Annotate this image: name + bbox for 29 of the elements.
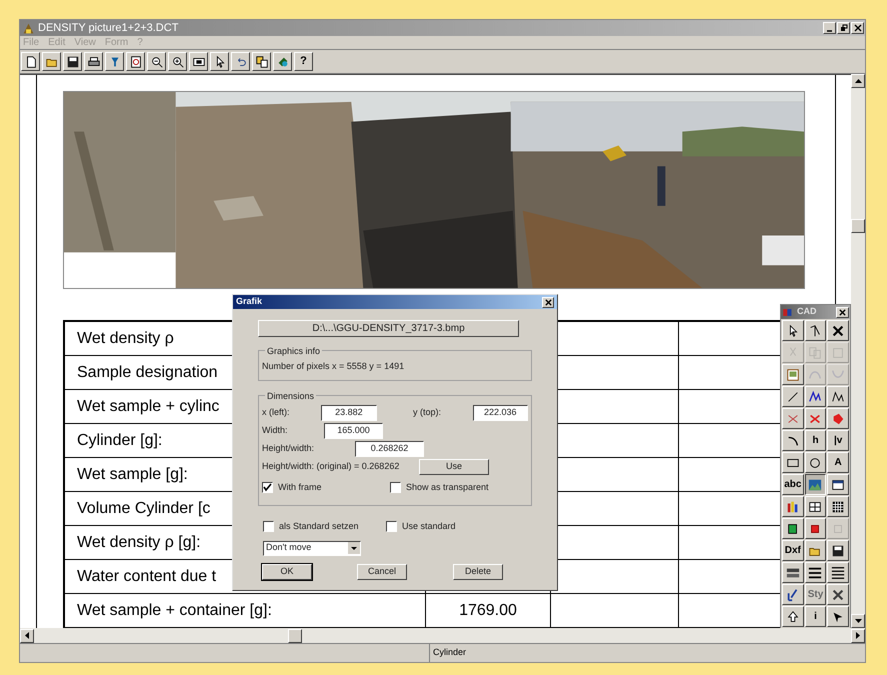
palette-button[interactable]: h [804, 430, 826, 451]
group-title: Graphics info [265, 345, 322, 358]
field-label: Width: [262, 424, 289, 438]
help-button[interactable]: ? [294, 52, 313, 71]
original-ratio: Height/width: (original) = 0.268262 [262, 460, 400, 474]
palette-button[interactable]: i [804, 606, 826, 627]
dialog-button[interactable]: Cancel [357, 564, 407, 580]
palette-button[interactable]: A [827, 452, 849, 473]
file-button[interactable]: D:\...\GGU-DENSITY_3717-3.bmp [258, 320, 519, 337]
input-field[interactable]: 165.000 [324, 423, 383, 439]
palette-button[interactable]: Dxf [782, 540, 804, 561]
input-field[interactable]: 23.882 [320, 405, 377, 421]
checkbox-label: With frame [278, 481, 322, 494]
use-button[interactable]: Use [419, 459, 489, 475]
palette-title: CAD [797, 305, 818, 318]
input-field[interactable]: 222.036 [472, 405, 528, 421]
palette-button[interactable]: abc [782, 474, 804, 495]
dialog-title: Grafik [236, 295, 262, 308]
window-title: DENSITY picture1+2+3.DCT [38, 20, 178, 36]
status-text: Cylinder [429, 644, 466, 662]
table-cell: 1769.00 [425, 594, 550, 627]
field-label: x (left): [262, 406, 291, 420]
dialog-button[interactable]: Delete [453, 564, 503, 580]
field-label: Height/width: [262, 442, 316, 456]
palette-button[interactable]: |v [827, 430, 849, 451]
dialog-button[interactable]: OK [262, 564, 312, 580]
info-text: Number of pixels x = 5558 y = 1491 [262, 361, 404, 371]
dropdown[interactable]: Don't move [263, 540, 361, 556]
input-field[interactable]: 0.268262 [355, 441, 424, 457]
